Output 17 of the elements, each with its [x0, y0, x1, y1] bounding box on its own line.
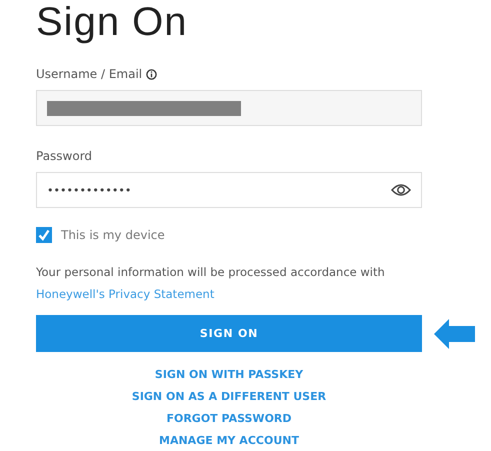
- username-field[interactable]: [36, 90, 422, 126]
- privacy-notice: Your personal information will be processed accordance with: [36, 265, 386, 279]
- page-title: Sign On: [36, 0, 189, 44]
- text-link[interactable]: SIGN ON WITH PASSKEY: [154, 368, 304, 382]
- privacy-link[interactable]: Honeywell's Privacy Statement: [36, 287, 214, 301]
- checkbox[interactable]: [36, 227, 52, 243]
- checkbox-label: This is my device: [61, 228, 165, 242]
- password-field[interactable]: •••••••••••••: [36, 172, 422, 208]
- text-link[interactable]: SIGN ON AS A DIFFERENT USER: [132, 390, 326, 404]
- text-link[interactable]: FORGOT PASSWORD: [166, 412, 292, 426]
- text-link[interactable]: MANAGE MY ACCOUNT: [159, 434, 299, 448]
- sign-on-button[interactable]: SIGN ON: [36, 315, 422, 352]
- field-label: Password: [36, 149, 92, 163]
- field-label: Username / Email: [36, 67, 142, 81]
- info-icon[interactable]: [146, 68, 158, 80]
- password-value: •••••••••••••: [47, 184, 132, 196]
- eye-icon[interactable]: [391, 183, 411, 197]
